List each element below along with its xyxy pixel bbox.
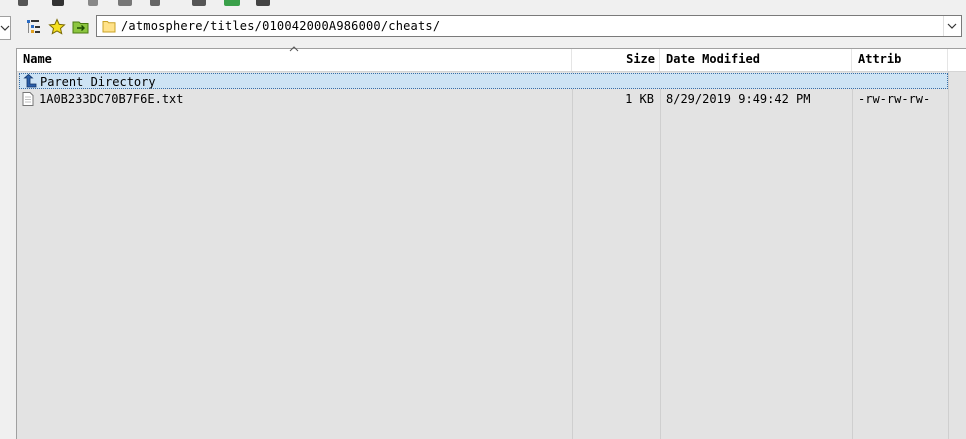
- properties-icon[interactable]: [192, 0, 206, 6]
- column-header-attrib-label: Attrib: [858, 52, 902, 66]
- column-header-attrib[interactable]: Attrib: [852, 49, 948, 71]
- column-header-name[interactable]: Name: [17, 49, 572, 71]
- column-divider: [852, 71, 853, 439]
- column-header-size[interactable]: Size: [572, 49, 660, 71]
- parent-directory-icon: [23, 74, 37, 88]
- file-name: 1A0B233DC70B7F6E.txt: [39, 92, 184, 106]
- column-header-name-label: Name: [23, 52, 52, 66]
- column-header-date-label: Date Modified: [666, 52, 760, 66]
- tree-view-icon[interactable]: [24, 18, 42, 36]
- settings-icon[interactable]: [256, 0, 270, 6]
- file-pane: Name Size Date Modified Attrib Parent Di…: [0, 44, 966, 439]
- file-date: 8/29/2019 9:49:42 PM: [666, 92, 811, 106]
- connect-icon[interactable]: [52, 0, 64, 6]
- column-divider: [948, 71, 949, 439]
- file-name: Parent Directory: [40, 75, 156, 89]
- file-size: 1 KB: [625, 92, 654, 106]
- chevron-down-icon: [0, 25, 10, 31]
- delete-icon[interactable]: [150, 0, 160, 6]
- column-divider: [572, 71, 573, 439]
- copy-icon[interactable]: [118, 0, 132, 6]
- text-file-icon: [22, 92, 34, 106]
- path-dropdown-button[interactable]: [943, 16, 961, 36]
- column-header-size-label: Size: [626, 52, 655, 66]
- edit-icon[interactable]: [18, 0, 28, 6]
- cut-icon[interactable]: [88, 0, 98, 6]
- file-size: [573, 74, 655, 90]
- drive-dropdown[interactable]: [0, 16, 11, 40]
- path-input[interactable]: /atmosphere/titles/010042000A986000/chea…: [96, 15, 962, 37]
- chevron-down-icon: [947, 23, 957, 29]
- file-list[interactable]: Name Size Date Modified Attrib Parent Di…: [16, 46, 966, 439]
- refresh-icon[interactable]: [224, 0, 240, 6]
- folder-icon: [102, 21, 116, 33]
- path-text: /atmosphere/titles/010042000A986000/chea…: [121, 19, 441, 33]
- column-divider: [660, 71, 661, 439]
- file-row[interactable]: 1A0B233DC70B7F6E.txt 1 KB 8/29/2019 9:49…: [19, 91, 948, 107]
- sync-folder-icon[interactable]: [72, 18, 90, 36]
- column-header-date-modified[interactable]: Date Modified: [660, 49, 852, 71]
- parent-directory-row[interactable]: Parent Directory: [19, 73, 948, 89]
- favorites-star-icon[interactable]: [48, 18, 66, 36]
- list-header: Name Size Date Modified Attrib: [17, 46, 966, 72]
- file-attrib: -rw-rw-rw-: [858, 92, 931, 106]
- address-toolbar: /atmosphere/titles/010042000A986000/chea…: [0, 10, 966, 44]
